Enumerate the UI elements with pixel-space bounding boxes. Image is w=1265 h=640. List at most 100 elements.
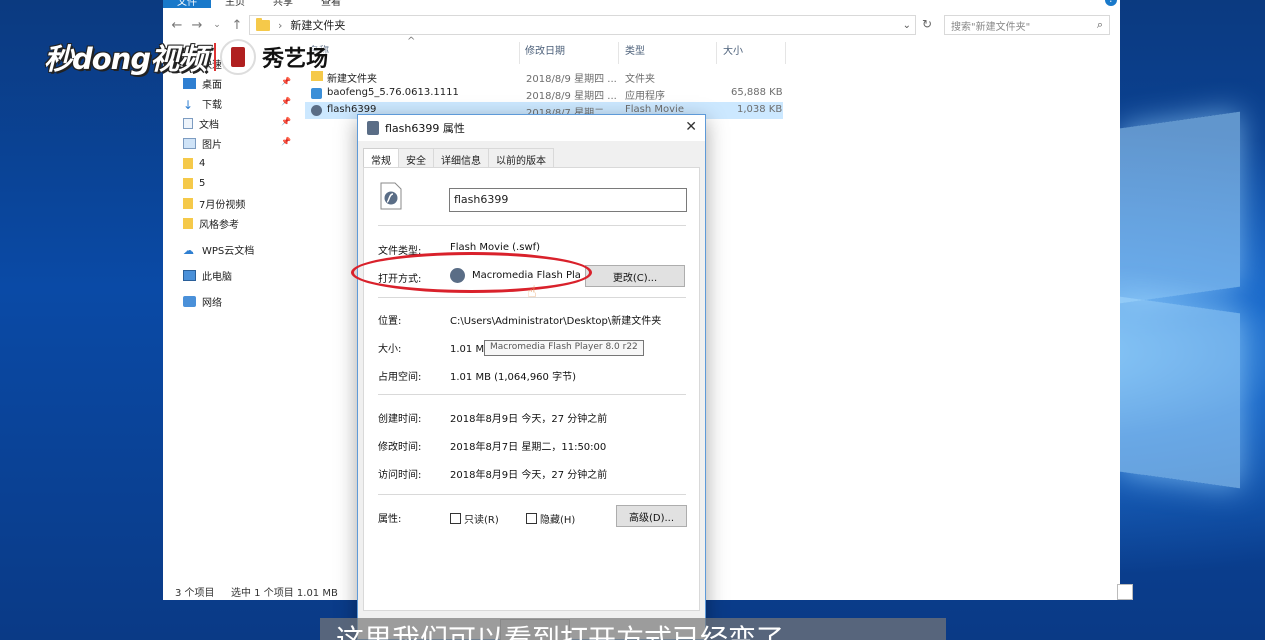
sidebar-item-folder-5[interactable]: 5 <box>183 174 205 192</box>
checkbox-label: 隐藏(H) <box>540 515 576 526</box>
windows-logo <box>1120 90 1265 550</box>
advanced-button[interactable]: 高级(D)... <box>616 505 687 527</box>
column-header-type[interactable]: 类型 <box>625 42 645 60</box>
selection-info: 选中 1 个项目 1.01 MB <box>231 588 338 599</box>
divider <box>214 43 217 71</box>
column-divider[interactable] <box>785 42 786 64</box>
sidebar-item-label: 此电脑 <box>202 271 232 283</box>
pin-icon: 📌 <box>281 137 291 146</box>
chevron-right-icon: › <box>278 18 283 32</box>
hidden-checkbox[interactable]: 隐藏(H) <box>526 511 575 526</box>
created-label: 创建时间: <box>378 414 422 425</box>
sidebar-item-style-reference[interactable]: 风格参考 <box>183 214 239 232</box>
column-divider[interactable] <box>716 42 717 64</box>
dialog-tabs: 常规 安全 详细信息 以前的版本 <box>363 148 554 169</box>
general-tab-panel: flash6399 文件类型: Flash Movie (.swf) 打开方式:… <box>363 167 700 611</box>
divider <box>378 394 686 395</box>
change-button[interactable]: 更改(C)... <box>585 265 685 287</box>
sidebar-item-folder-4[interactable]: 4 <box>183 154 205 172</box>
computer-icon <box>183 269 196 281</box>
folder-icon <box>183 197 193 209</box>
breadcrumb[interactable]: 新建文件夹 <box>290 17 345 33</box>
ribbon-tabs: 文件 主页 共享 查看 <box>163 0 1120 8</box>
file-row[interactable]: 新建文件夹 2018/8/9 星期四 ... 文件夹 <box>305 68 783 85</box>
column-header-date[interactable]: 修改日期 <box>525 42 565 60</box>
checkbox-box <box>450 513 461 524</box>
column-header-size[interactable]: 大小 <box>723 42 743 60</box>
readonly-checkbox[interactable]: 只读(R) <box>450 511 499 526</box>
tab-view[interactable]: 查看 <box>307 0 355 8</box>
pin-icon: 📌 <box>281 77 291 86</box>
desktop-icon <box>183 77 196 89</box>
size-on-disk-value: 1.01 MB (1,064,960 字节) <box>450 372 576 383</box>
download-icon: ↓ <box>183 97 194 112</box>
seal-icon <box>220 39 257 75</box>
sidebar-item-network[interactable]: 网络 <box>183 292 222 310</box>
forward-button[interactable]: → <box>187 18 207 33</box>
file-name: baofeng5_5.76.0613.1111 <box>327 87 459 98</box>
checkbox-box <box>526 513 537 524</box>
item-count: 3 个项目 <box>175 588 215 599</box>
file-size: 1,038 KB <box>737 104 783 115</box>
sidebar-item-downloads[interactable]: ↓ 下载 <box>183 94 222 112</box>
brand-subtext: 秀艺场 <box>262 46 329 72</box>
address-bar[interactable]: › 新建文件夹 ⌄ <box>249 15 916 35</box>
back-button[interactable]: ← <box>167 18 187 33</box>
document-icon <box>183 117 193 129</box>
folder-icon <box>183 177 193 189</box>
folder-icon <box>183 157 193 169</box>
attributes-label: 属性: <box>378 514 402 525</box>
sidebar-item-label: 4 <box>199 157 206 169</box>
refresh-button[interactable]: ↻ <box>918 17 936 31</box>
large-icons-view-icon[interactable] <box>1117 584 1133 600</box>
tab-general[interactable]: 常规 <box>363 148 399 169</box>
modified-value: 2018年8月7日 星期二，11:50:00 <box>450 442 607 453</box>
sidebar-item-wps-cloud[interactable]: ☁ WPS云文档 <box>183 240 254 258</box>
pin-icon: 📌 <box>281 117 291 126</box>
sidebar-item-this-pc[interactable]: 此电脑 <box>183 266 232 284</box>
file-row[interactable]: baofeng5_5.76.0613.1111 2018/8/9 星期四 ...… <box>305 85 783 102</box>
hand-cursor-icon: ☝ <box>527 282 537 301</box>
sidebar-item-label: 7月份视频 <box>199 199 246 211</box>
sidebar-item-pictures[interactable]: 图片 <box>183 134 222 152</box>
tab-security[interactable]: 安全 <box>398 148 434 168</box>
properties-dialog: flash6399 属性 ✕ 常规 安全 详细信息 以前的版本 flash639… <box>357 114 706 640</box>
search-placeholder: 搜索"新建文件夹" <box>951 21 1031 33</box>
divider <box>378 225 686 226</box>
sidebar-item-label: 5 <box>199 177 206 189</box>
up-button[interactable]: ↑ <box>227 18 247 33</box>
modified-label: 修改时间: <box>378 442 422 453</box>
tab-file[interactable]: 文件 <box>163 0 211 8</box>
pin-icon: 📌 <box>281 97 291 106</box>
created-value: 2018年8月9日 今天，27 分钟之前 <box>450 414 608 425</box>
tab-details[interactable]: 详细信息 <box>433 148 489 168</box>
column-divider[interactable] <box>618 42 619 64</box>
recent-locations-button[interactable]: ⌄ <box>207 20 227 30</box>
tab-previous-versions[interactable]: 以前的版本 <box>488 148 554 168</box>
column-divider[interactable] <box>519 42 520 64</box>
cloud-icon: ☁ <box>183 243 194 257</box>
navigation-pane: ★ 快速访问 桌面 📌 ↓ 下载 📌 文档 📌 图片 📌 4 5 <box>163 40 303 580</box>
accessed-value: 2018年8月9日 今天，27 分钟之前 <box>450 470 608 481</box>
video-subtitle: 这里我们可以看到打开方式已经变了 <box>320 618 946 640</box>
location-label: 位置: <box>378 316 402 327</box>
chevron-down-icon[interactable]: ⌄ <box>903 20 911 31</box>
network-icon <box>183 295 196 307</box>
sidebar-item-july-videos[interactable]: 7月份视频 <box>183 194 245 212</box>
highlight-ellipse <box>351 252 592 293</box>
watermark-logo: 秒dong视频 秀艺场 <box>44 37 328 77</box>
search-input[interactable]: 搜索"新建文件夹" ⌕ <box>944 15 1110 35</box>
app-icon <box>311 88 322 99</box>
size-label: 大小: <box>378 344 402 355</box>
file-type: 应用程序 <box>625 91 665 102</box>
tab-share[interactable]: 共享 <box>259 0 307 8</box>
flash-file-icon <box>311 105 322 116</box>
sidebar-item-documents[interactable]: 文档 <box>183 114 219 132</box>
sidebar-item-label: WPS云文档 <box>202 245 255 257</box>
sort-ascending-icon: ^ <box>407 36 416 47</box>
close-button[interactable]: ✕ <box>685 119 697 135</box>
tab-home[interactable]: 主页 <box>211 0 259 8</box>
filename-field[interactable]: flash6399 <box>449 188 687 212</box>
tooltip: Macromedia Flash Player 8.0 r22 <box>484 340 644 356</box>
sidebar-item-label: 文档 <box>199 119 219 131</box>
